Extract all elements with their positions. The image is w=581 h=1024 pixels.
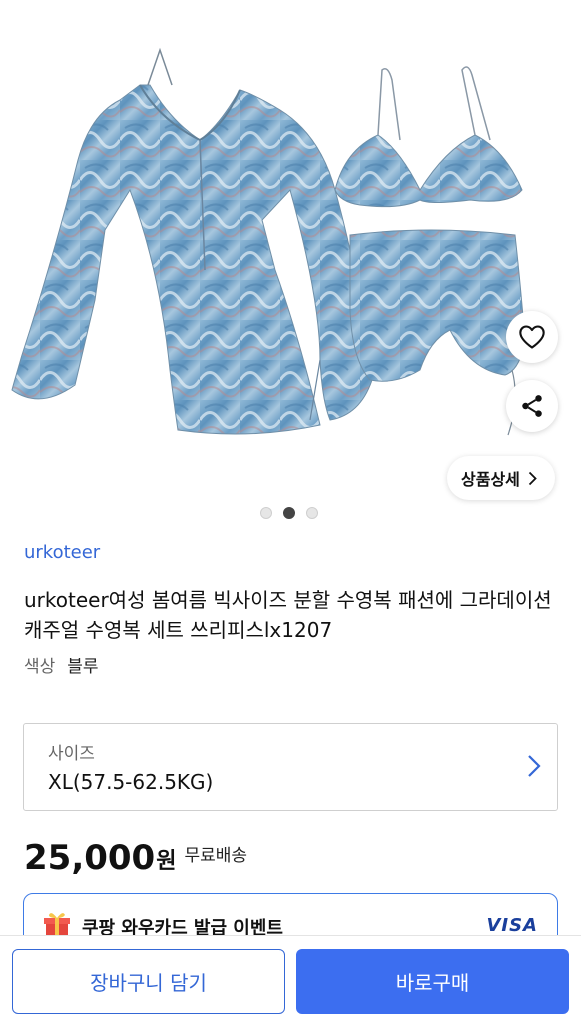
share-button[interactable]	[506, 380, 558, 432]
heart-icon	[519, 325, 545, 349]
wishlist-button[interactable]	[506, 311, 558, 363]
pagination-dot[interactable]	[260, 507, 272, 519]
product-detail-label: 상품상세	[461, 470, 520, 489]
brand-link[interactable]: urkoteer	[24, 542, 100, 563]
color-value: 블루	[67, 657, 99, 677]
pagination-dot-active[interactable]	[283, 507, 295, 519]
product-image	[11, 47, 526, 436]
buy-now-button[interactable]: 바로구매	[296, 949, 569, 1014]
product-gallery[interactable]: 상품상세	[0, 0, 581, 530]
product-title: urkoteer여성 봄여름 빅사이즈 분할 수영복 패션에 그라데이션 캐주얼…	[24, 588, 552, 642]
size-selector[interactable]: 사이즈 XL(57.5-62.5KG)	[23, 723, 558, 811]
price-unit: 원	[156, 849, 177, 874]
pagination-dot[interactable]	[306, 507, 318, 519]
add-to-cart-button[interactable]: 장바구니 담기	[12, 949, 285, 1014]
visa-logo: VISA	[486, 915, 538, 936]
shipping-badge: 무료배송	[184, 846, 248, 866]
chevron-right-icon	[528, 755, 541, 777]
size-label: 사이즈	[48, 744, 95, 764]
color-label: 색상	[24, 657, 56, 677]
price-section: 25,000 원 무료배송	[24, 838, 247, 878]
chevron-right-icon	[528, 471, 537, 485]
share-icon	[522, 395, 542, 417]
color-option: 색상 블루	[24, 652, 99, 677]
product-detail-button[interactable]: 상품상세	[447, 456, 555, 500]
gallery-pagination	[260, 507, 318, 519]
bottom-action-bar: 장바구니 담기 바로구매	[0, 935, 581, 1024]
size-value: XL(57.5-62.5KG)	[48, 770, 214, 794]
price-amount: 25,000	[24, 838, 156, 878]
